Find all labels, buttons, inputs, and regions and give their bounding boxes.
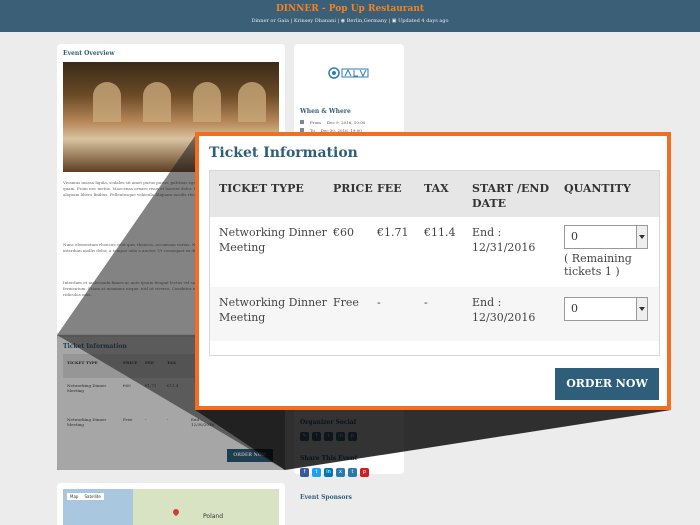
ticket-tax: -	[424, 296, 428, 309]
pinterest-icon[interactable]: p	[348, 432, 357, 441]
map-card: Map Satellite Poland	[57, 483, 285, 525]
event-meta: Dinner or Gala | Krinsey Dhanani | ◉ Ber…	[251, 18, 449, 24]
col-start-end-date: START /END DATE	[472, 182, 550, 210]
xing-share-icon[interactable]: x	[336, 468, 345, 477]
organizer-social-icons: ✎ f t in p	[300, 432, 357, 441]
ticket-tax: €11.4	[424, 226, 456, 239]
event-title: DINNER - Pop Up Restaurant	[275, 4, 425, 14]
ticket-price: €60	[333, 226, 354, 239]
pinterest-share-icon[interactable]: p	[360, 468, 369, 477]
calendar-icon	[300, 120, 304, 124]
event-header: DINNER - Pop Up Restaurant Dinner or Gal…	[0, 0, 700, 32]
map-button[interactable]: Map	[67, 493, 82, 500]
share-icons: f t in x t p	[300, 468, 369, 477]
twitter-share-icon[interactable]: t	[312, 468, 321, 477]
link-icon[interactable]: ✎	[300, 432, 309, 441]
quantity-select[interactable]: 0	[564, 225, 648, 249]
table-row: Networking Dinner Meeting Free - - End :…	[210, 287, 659, 341]
table-row: Networking Dinner Meeting €60 €1.71 €11.…	[210, 217, 659, 287]
remaining-tickets: ( Remaining tickets 1 )	[564, 252, 632, 278]
twitter-icon[interactable]: t	[324, 432, 333, 441]
event-sponsors-title: Event Sponsors	[300, 494, 352, 501]
ticket-table-header: TICKET TYPE PRICE FEE TAX START /END DAT…	[210, 171, 659, 217]
linkedin-share-icon[interactable]: in	[324, 468, 333, 477]
tumblr-share-icon[interactable]: t	[348, 468, 357, 477]
ticket-info-title: Ticket Information	[209, 145, 358, 161]
chevron-down-icon	[636, 226, 647, 248]
ticket-fee: €1.71	[377, 226, 409, 239]
col-tax: TAX	[424, 182, 449, 195]
ticket-end-date: End : 12/31/2016	[472, 226, 536, 254]
ticket-price: Free	[333, 296, 359, 309]
ticket-fee: -	[377, 296, 381, 309]
when-where-title: When & Where	[300, 108, 351, 115]
map-label: Poland	[203, 513, 224, 520]
facebook-share-icon[interactable]: f	[300, 468, 309, 477]
col-quantity: QUANTITY	[564, 182, 631, 195]
col-ticket-type: TICKET TYPE	[219, 182, 304, 195]
ticket-table: TICKET TYPE PRICE FEE TAX START /END DAT…	[209, 170, 660, 356]
linkedin-icon[interactable]: in	[336, 432, 345, 441]
col-price: PRICE	[333, 182, 373, 195]
order-now-button[interactable]: ORDER NOW	[555, 368, 659, 400]
col-fee: FEE	[377, 182, 402, 195]
when-from-row: From Dec 9, 2016, 10:00	[300, 120, 365, 125]
location-map[interactable]: Map Satellite Poland	[63, 489, 279, 525]
organizer-social-title: Organizer Social	[300, 419, 357, 426]
ticket-type: Networking Dinner Meeting	[219, 226, 327, 254]
ticket-end-date: End : 12/30/2016	[472, 296, 536, 324]
map-pin-icon[interactable]	[171, 507, 181, 517]
quantity-select[interactable]: 0	[564, 297, 648, 321]
ticket-type: Networking Dinner Meeting	[219, 296, 327, 324]
event-overview-title: Event Overview	[63, 50, 115, 57]
chevron-down-icon	[636, 298, 647, 320]
ticket-info-callout: Ticket Information TICKET TYPE PRICE FEE…	[195, 132, 671, 410]
facebook-icon[interactable]: f	[312, 432, 321, 441]
organizer-logo-icon	[328, 67, 369, 79]
satellite-button[interactable]: Satellite	[81, 493, 104, 500]
map-type-toggle: Map Satellite	[67, 493, 104, 500]
share-event-title: Share This Event	[300, 455, 358, 462]
